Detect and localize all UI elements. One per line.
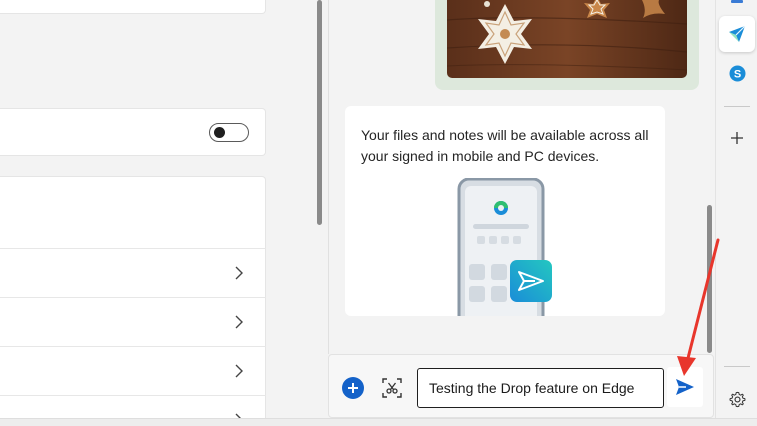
send-button[interactable]: [667, 367, 703, 407]
sidebar-skype-button[interactable]: S: [719, 56, 755, 92]
phone-illustration: [457, 177, 557, 331]
setting-toggle-switch[interactable]: [209, 123, 249, 142]
sidebar-divider: [724, 366, 750, 367]
drop-pane: Your files and notes will be available a…: [326, 0, 715, 426]
drop-composer: [328, 354, 714, 418]
settings-list-header: [0, 177, 266, 249]
settings-scrollbar-thumb[interactable]: [317, 0, 322, 225]
sidebar-drop-button[interactable]: [719, 16, 755, 52]
add-icon[interactable]: [342, 377, 364, 399]
sidebar-settings-button[interactable]: [719, 382, 755, 418]
drop-scrollbar[interactable]: [706, 0, 714, 354]
image-message[interactable]: [435, 0, 699, 90]
welcome-message-text: Your files and notes will be available a…: [361, 127, 649, 164]
svg-text:S: S: [734, 69, 741, 81]
sidebar-add-button[interactable]: [719, 120, 755, 156]
screen-capture-icon[interactable]: [381, 377, 403, 399]
settings-list-row[interactable]: [0, 347, 266, 396]
settings-list-card: [0, 176, 266, 426]
sidebar-divider: [724, 106, 750, 107]
settings-icon: [729, 391, 746, 408]
drop-welcome-card: Your files and notes will be available a…: [345, 106, 665, 331]
sidebar-app-icon[interactable]: [729, 0, 745, 4]
chevron-right-icon: [235, 315, 243, 329]
toggle-knob: [214, 127, 225, 138]
chevron-right-icon: [235, 364, 243, 378]
settings-scrollbar[interactable]: [314, 0, 326, 426]
skype-icon: S: [729, 65, 746, 82]
edge-sidebar: S: [715, 0, 757, 426]
drop-icon: [729, 25, 746, 42]
drop-scrollbar-thumb[interactable]: [707, 205, 712, 353]
add-icon: [731, 132, 743, 144]
settings-toggle-card: [0, 108, 266, 156]
settings-pane: [0, 0, 314, 426]
chevron-right-icon: [235, 266, 243, 280]
settings-list-row[interactable]: [0, 298, 266, 347]
settings-list-row[interactable]: [0, 249, 266, 298]
send-icon: [676, 379, 694, 395]
settings-card: [0, 0, 266, 14]
cookie-image: [447, 0, 687, 78]
message-input[interactable]: [417, 368, 664, 408]
drop-messages: Your files and notes will be available a…: [328, 0, 714, 354]
window-bottom-edge: [0, 418, 757, 426]
